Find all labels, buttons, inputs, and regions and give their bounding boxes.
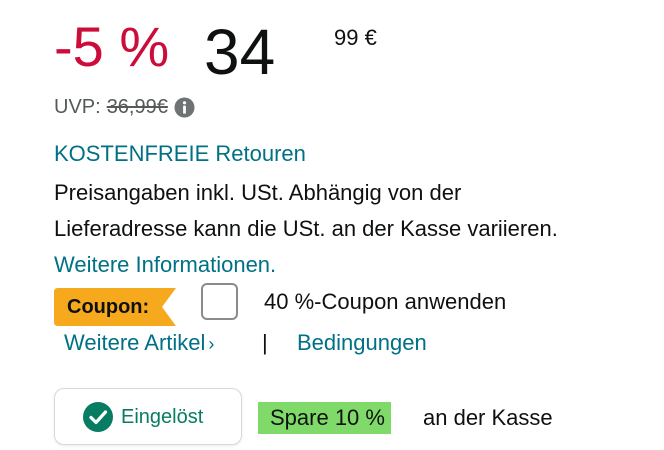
uvp-price: 36,99€ <box>106 96 168 118</box>
chevron-right-icon: › <box>208 334 215 354</box>
price-currency: € <box>364 25 377 50</box>
more-info-link[interactable]: Weitere Informationen. <box>54 252 276 277</box>
check-circle-icon <box>83 402 113 432</box>
product-price-panel: -5 % 34 99 € UVP: 36,99€ KOSTENFREIE Ret… <box>0 0 664 450</box>
savings-badge: Spare 10 % <box>258 402 391 434</box>
link-separator: | <box>262 330 268 355</box>
more-items-link[interactable]: Weitere Artikel › <box>64 330 214 356</box>
tax-info: Preisangaben inkl. USt. Abhängig von der… <box>54 175 574 283</box>
uvp-row: UVP: 36,99€ <box>54 96 195 119</box>
coupon-badge: Coupon: <box>54 288 176 326</box>
price-whole: 34 <box>204 16 276 88</box>
coupon-badge-label: Coupon: <box>67 296 150 318</box>
price-cents: 99 <box>334 25 359 50</box>
redeemed-status: Eingelöst <box>54 388 242 445</box>
redeemed-label: Eingelöst <box>121 406 204 428</box>
coupon-checkbox[interactable] <box>201 283 238 320</box>
tax-info-text: Preisangaben inkl. USt. Abhängig von der… <box>54 180 558 241</box>
free-returns-link[interactable]: KOSTENFREIE Retouren <box>54 141 306 167</box>
info-icon[interactable] <box>174 97 195 118</box>
uvp-label: UVP: <box>54 96 101 118</box>
coupon-apply-label[interactable]: 40 %-Coupon anwenden <box>264 289 506 315</box>
conditions-link[interactable]: Bedingungen <box>297 330 427 356</box>
savings-suffix: an der Kasse <box>423 405 553 430</box>
more-items-label: Weitere Artikel <box>64 330 206 355</box>
price-fraction: 99 € <box>334 27 377 49</box>
discount-percentage: -5 % <box>54 15 170 78</box>
